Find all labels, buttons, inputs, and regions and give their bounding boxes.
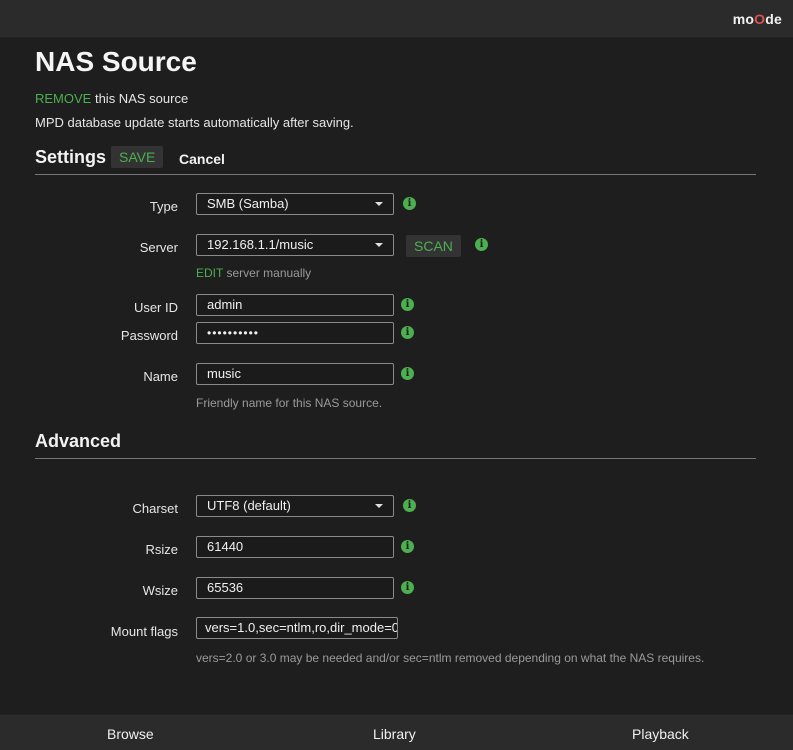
type-select[interactable]: SMB (Samba) xyxy=(196,193,394,215)
chevron-down-icon xyxy=(375,243,383,247)
mount-flags-help: vers=2.0 or 3.0 may be needed and/or sec… xyxy=(196,651,705,665)
nav-playback[interactable]: Playback xyxy=(632,726,689,742)
scan-button[interactable]: SCAN xyxy=(406,235,461,257)
edit-server-link[interactable]: EDIT xyxy=(196,266,223,280)
info-icon[interactable]: i xyxy=(401,367,414,380)
wsize-input[interactable]: 65536 xyxy=(196,577,394,599)
info-icon[interactable]: i xyxy=(401,298,414,311)
password-input[interactable]: •••••••••• xyxy=(196,322,394,344)
logo-text-prefix: mo xyxy=(732,11,755,27)
save-note: MPD database update starts automatically… xyxy=(35,115,354,130)
info-icon[interactable]: i xyxy=(401,540,414,553)
mount-flags-input[interactable]: vers=1.0,sec=ntlm,ro,dir_mode=07 xyxy=(196,617,398,639)
name-label: Name xyxy=(143,369,178,384)
type-select-value: SMB (Samba) xyxy=(207,196,289,211)
chevron-down-icon xyxy=(375,202,383,206)
settings-divider xyxy=(35,174,756,175)
mount-flags-label: Mount flags xyxy=(110,624,178,639)
logo-text-suffix: de xyxy=(765,11,782,27)
charset-select-value: UTF8 (default) xyxy=(207,498,291,513)
bottom-nav: Browse Library Playback xyxy=(0,714,793,750)
server-select[interactable]: 192.168.1.1/music xyxy=(196,234,394,256)
nav-browse[interactable]: Browse xyxy=(107,726,154,742)
settings-heading: Settings xyxy=(35,147,107,167)
user-id-input[interactable]: admin xyxy=(196,294,394,316)
page: moOde NAS Source REMOVE this NAS source … xyxy=(0,0,793,750)
charset-label: Charset xyxy=(132,501,178,516)
user-id-label: User ID xyxy=(133,300,178,315)
type-label: Type xyxy=(149,199,178,214)
logo-text-accent: O xyxy=(754,11,766,27)
charset-select[interactable]: UTF8 (default) xyxy=(196,495,394,517)
info-icon[interactable]: i xyxy=(401,581,414,594)
server-select-value: 192.168.1.1/music xyxy=(207,237,314,252)
remove-line: REMOVE this NAS source xyxy=(35,91,188,106)
name-input[interactable]: music xyxy=(196,363,394,385)
app-logo: moOde xyxy=(733,11,782,27)
remove-link[interactable]: REMOVE xyxy=(35,91,91,106)
edit-server-line: EDIT server manually xyxy=(196,266,311,280)
advanced-heading: Advanced xyxy=(35,431,122,451)
cancel-button[interactable]: Cancel xyxy=(179,151,225,167)
edit-server-suffix: server manually xyxy=(226,266,312,280)
chevron-down-icon xyxy=(375,504,383,508)
info-icon[interactable]: i xyxy=(403,499,416,512)
password-label: Password xyxy=(120,328,178,343)
server-label: Server xyxy=(139,240,178,255)
info-icon[interactable]: i xyxy=(475,238,488,251)
save-button[interactable]: SAVE xyxy=(111,146,164,168)
info-icon[interactable]: i xyxy=(403,197,416,210)
rsize-input[interactable]: 61440 xyxy=(196,536,394,558)
advanced-divider xyxy=(35,458,756,459)
remove-suffix: this NAS source xyxy=(94,91,189,106)
rsize-label: Rsize xyxy=(145,542,178,557)
page-title: NAS Source xyxy=(35,46,197,77)
name-help: Friendly name for this NAS source. xyxy=(196,396,383,410)
nav-library[interactable]: Library xyxy=(373,726,416,742)
wsize-label: Wsize xyxy=(142,583,178,598)
top-bar: moOde xyxy=(0,0,793,38)
info-icon[interactable]: i xyxy=(401,326,414,339)
